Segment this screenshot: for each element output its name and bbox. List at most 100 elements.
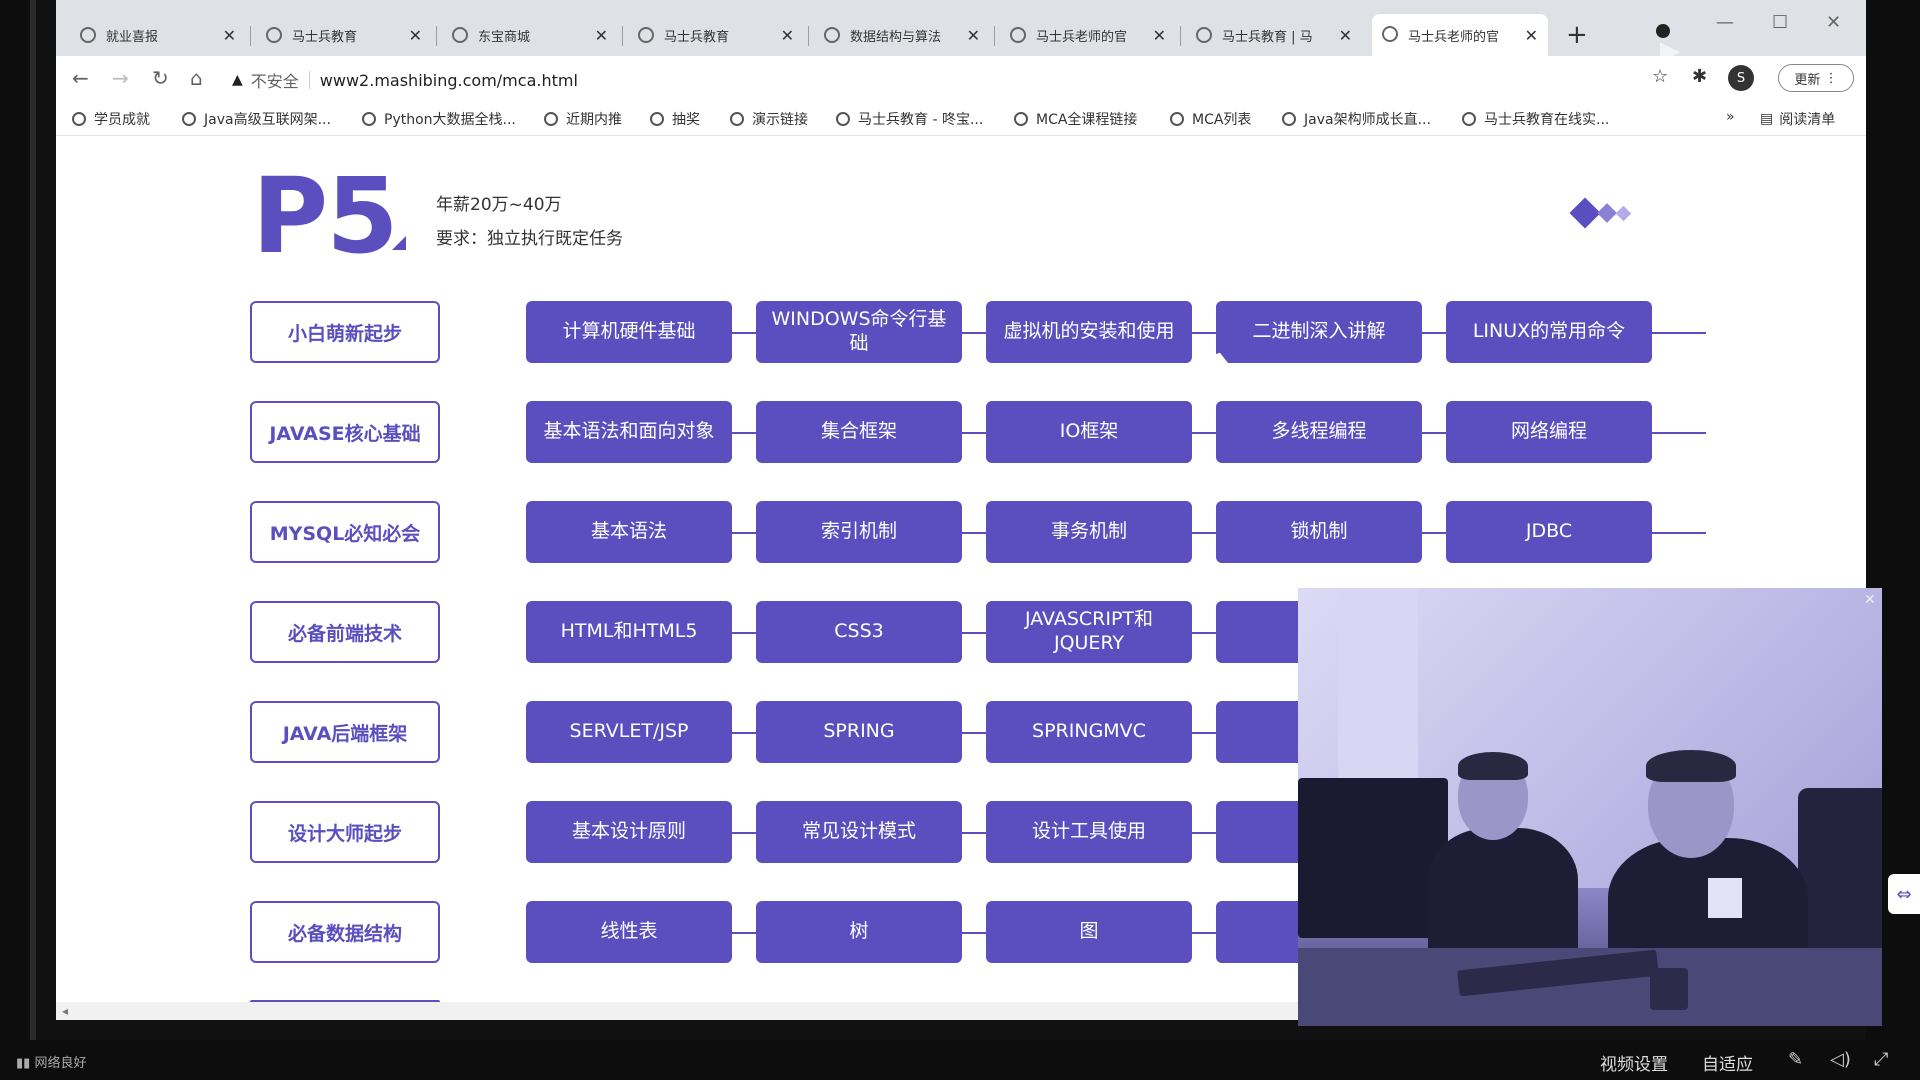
- row-label[interactable]: 小白萌新起步: [250, 301, 440, 363]
- topic-button[interactable]: 网络编程: [1446, 401, 1652, 463]
- row-label[interactable]: 必备前端技术: [250, 601, 440, 663]
- close-icon[interactable]: ✕: [595, 26, 608, 45]
- bookmark-item[interactable]: Java高级互联网架...: [182, 109, 331, 129]
- avatar[interactable]: S: [1728, 65, 1754, 91]
- window-close-icon[interactable]: ✕: [1826, 12, 1841, 33]
- topic-button[interactable]: 二进制深入讲解: [1216, 301, 1422, 363]
- bookmark-item[interactable]: 学员成就: [72, 109, 150, 129]
- topic-button[interactable]: 虚拟机的安装和使用: [986, 301, 1192, 363]
- tab-separator: [436, 26, 437, 46]
- star-icon[interactable]: ☆: [1652, 66, 1668, 87]
- bookmark-item[interactable]: 演示链接: [730, 109, 808, 129]
- topic-button[interactable]: 锁机制: [1216, 501, 1422, 563]
- fullscreen-icon[interactable]: ⤢: [1874, 1049, 1888, 1070]
- topic-button[interactable]: LINUX的常用命令: [1446, 301, 1652, 363]
- bookmark-icon: [836, 112, 850, 126]
- bookmark-item[interactable]: 马士兵教育 - 咚宝...: [836, 109, 983, 129]
- close-icon[interactable]: ✕: [409, 26, 422, 45]
- bookmark-icon: [1170, 112, 1184, 126]
- row-label[interactable]: JAVA后端框架: [250, 701, 440, 763]
- topic-button[interactable]: CSS3: [756, 601, 962, 663]
- topic-button[interactable]: 基本语法和面向对象: [526, 401, 732, 463]
- auto-fit-button[interactable]: 自适应: [1702, 1050, 1753, 1075]
- favicon-icon: [80, 27, 96, 43]
- update-button[interactable]: 更新 ⋮: [1778, 64, 1854, 92]
- close-icon[interactable]: ✕: [1153, 26, 1166, 45]
- scroll-left-icon[interactable]: ◂: [62, 1004, 68, 1018]
- topic-button[interactable]: SPRING: [756, 701, 962, 763]
- address-separator: [308, 71, 310, 89]
- topic-button[interactable]: 事务机制: [986, 501, 1192, 563]
- topic-button[interactable]: SERVLET/JSP: [526, 701, 732, 763]
- maximize-icon[interactable]: ☐: [1772, 12, 1788, 33]
- video-settings-button[interactable]: 视频设置: [1600, 1050, 1668, 1075]
- bookmarks-more-button[interactable]: »: [1726, 109, 1735, 125]
- row-label[interactable]: MYSQL必知必会: [250, 501, 440, 563]
- row-label[interactable]: 必备数据结构: [250, 901, 440, 963]
- extensions-icon[interactable]: ✱: [1692, 66, 1707, 87]
- close-icon[interactable]: ✕: [1864, 592, 1876, 608]
- topic-button[interactable]: 集合框架: [756, 401, 962, 463]
- topic-button[interactable]: JAVASCRIPT和JQUERY: [986, 601, 1192, 663]
- tab-4[interactable]: 马士兵教育 ✕: [628, 16, 804, 54]
- tab-1[interactable]: 就业喜报 ✕: [70, 16, 246, 54]
- address-bar[interactable]: ▲ 不安全 www2.mashibing.com/mca.html: [232, 68, 578, 92]
- bookmark-label: 马士兵教育在线实...: [1484, 112, 1610, 128]
- tab-2[interactable]: 马士兵教育 ✕: [256, 16, 432, 54]
- reading-list-button[interactable]: ▤ 阅读清单: [1760, 109, 1835, 129]
- row-label[interactable]: 设计大师起步: [250, 801, 440, 863]
- tab-3[interactable]: 东宝商城 ✕: [442, 16, 618, 54]
- bookmark-icon: [544, 112, 558, 126]
- new-tab-button[interactable]: +: [1566, 20, 1588, 50]
- close-icon[interactable]: ✕: [967, 26, 980, 45]
- bookmark-item[interactable]: Python大数据全栈...: [362, 109, 516, 129]
- tab-6[interactable]: 马士兵老师的官 ✕: [1000, 16, 1176, 54]
- tab-7[interactable]: 马士兵教育 | 马 ✕: [1186, 16, 1362, 54]
- volume-icon[interactable]: ◁): [1830, 1049, 1851, 1070]
- security-label: 不安全: [250, 72, 299, 91]
- home-icon[interactable]: ⌂: [190, 66, 203, 90]
- bookmark-item[interactable]: 马士兵教育在线实...: [1462, 109, 1609, 129]
- reload-icon[interactable]: ↻: [152, 66, 169, 90]
- back-arrow-icon[interactable]: ←: [72, 66, 89, 90]
- topic-button[interactable]: 设计工具使用: [986, 801, 1192, 863]
- topic-button[interactable]: 线性表: [526, 901, 732, 963]
- tab-separator: [622, 26, 623, 46]
- topic-button[interactable]: JDBC: [1446, 501, 1652, 563]
- close-icon[interactable]: ✕: [223, 26, 236, 45]
- topic-button[interactable]: 基本语法: [526, 501, 732, 563]
- bookmark-label: Java架构师成长直...: [1304, 112, 1431, 128]
- microphone-icon[interactable]: ✎: [1788, 1049, 1803, 1070]
- row-label[interactable]: JAVASE核心基础: [250, 401, 440, 463]
- update-label: 更新: [1794, 72, 1821, 88]
- bookmark-item[interactable]: 近期内推: [544, 109, 622, 129]
- forward-arrow-icon[interactable]: →: [112, 66, 129, 90]
- topic-button[interactable]: 计算机硬件基础: [526, 301, 732, 363]
- bookmark-icon: [730, 112, 744, 126]
- topic-button[interactable]: 索引机制: [756, 501, 962, 563]
- topic-button[interactable]: 多线程编程: [1216, 401, 1422, 463]
- close-icon[interactable]: ✕: [781, 26, 794, 45]
- bookmark-item[interactable]: 抽奖: [650, 109, 700, 129]
- minimize-icon[interactable]: —: [1716, 12, 1734, 33]
- topic-button[interactable]: 常见设计模式: [756, 801, 962, 863]
- close-icon[interactable]: ✕: [1339, 26, 1352, 45]
- bookmark-item[interactable]: Java架构师成长直...: [1282, 109, 1431, 129]
- tab-label: 数据结构与算法: [850, 29, 942, 45]
- webcam-video-overlay[interactable]: ✕: [1298, 588, 1882, 1026]
- topic-button[interactable]: SPRINGMVC: [986, 701, 1192, 763]
- topic-button[interactable]: 图: [986, 901, 1192, 963]
- globe-icon: [452, 27, 468, 43]
- topic-button[interactable]: 基本设计原则: [526, 801, 732, 863]
- topic-button[interactable]: HTML和HTML5: [526, 601, 732, 663]
- topic-button[interactable]: 树: [756, 901, 962, 963]
- topic-button[interactable]: IO框架: [986, 401, 1192, 463]
- bookmark-item[interactable]: MCA全课程链接: [1014, 109, 1137, 129]
- close-icon[interactable]: ✕: [1525, 26, 1538, 45]
- bookmark-item[interactable]: MCA列表: [1170, 109, 1251, 129]
- side-panel-toggle-icon[interactable]: ⇔: [1888, 874, 1920, 914]
- bookmark-label: MCA全课程链接: [1036, 112, 1138, 128]
- topic-button[interactable]: WINDOWS命令行基础: [756, 301, 962, 363]
- bookmark-label: 马士兵教育 - 咚宝...: [858, 112, 984, 128]
- tab-5[interactable]: 数据结构与算法 ✕: [814, 16, 990, 54]
